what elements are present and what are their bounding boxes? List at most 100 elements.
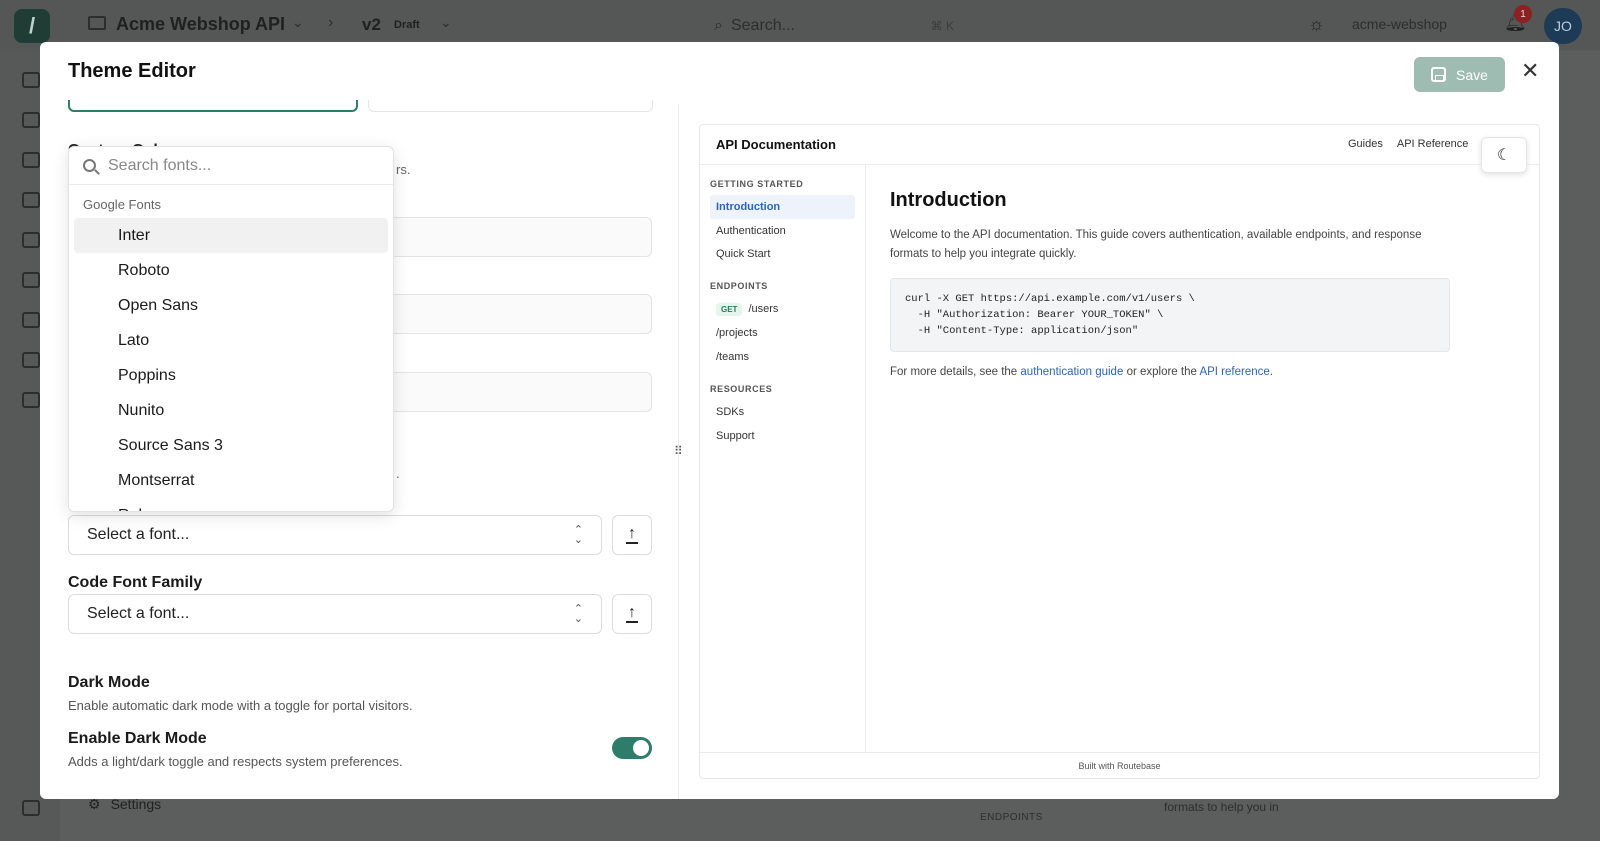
shield-icon[interactable] bbox=[22, 312, 40, 328]
code-font-label: Code Font Family bbox=[68, 574, 203, 591]
color-input[interactable] bbox=[370, 294, 652, 334]
preview-section-title: RESOURCES bbox=[710, 384, 773, 394]
avatar[interactable]: JO bbox=[1544, 8, 1582, 44]
portal-preview: API Documentation Guides API Reference C… bbox=[699, 124, 1540, 779]
preview-nav-api-reference[interactable]: API Reference bbox=[1397, 138, 1469, 150]
font-option-poppins[interactable]: Poppins bbox=[74, 358, 388, 393]
preview-nav-guides[interactable]: Guides bbox=[1348, 138, 1383, 150]
font-option-nunito[interactable]: Nunito bbox=[74, 393, 388, 428]
org-switcher[interactable]: acme-webshop bbox=[1352, 16, 1447, 32]
text: . bbox=[1269, 366, 1273, 378]
font-option-source-sans-3[interactable]: Source Sans 3 bbox=[74, 428, 388, 463]
font-dropdown: Google Fonts Inter Roboto Open Sans Lato… bbox=[68, 146, 394, 512]
file-icon[interactable] bbox=[22, 152, 40, 168]
dashboard-icon[interactable] bbox=[22, 72, 40, 88]
text-input[interactable] bbox=[368, 100, 653, 112]
search-icon: ⌕ bbox=[714, 17, 723, 34]
preview-link-support[interactable]: Support bbox=[710, 424, 855, 448]
preview-footer: Built with Routebase bbox=[700, 752, 1539, 778]
dark-mode-toggle[interactable] bbox=[612, 737, 652, 759]
font-group-label: Google Fonts bbox=[83, 197, 162, 212]
font-option-open-sans[interactable]: Open Sans bbox=[74, 288, 388, 323]
color-input[interactable] bbox=[370, 217, 652, 257]
preview-brand[interactable]: API Documentation bbox=[716, 137, 836, 152]
chevron-up-down-icon: ⌃ ⌄ bbox=[573, 524, 583, 546]
preview-header: API Documentation Guides API Reference C… bbox=[700, 125, 1539, 165]
typography-desc: . bbox=[396, 466, 400, 481]
upload-font-button[interactable]: ↑ bbox=[612, 515, 652, 555]
version-label[interactable]: v2 bbox=[362, 15, 381, 35]
database-icon[interactable] bbox=[22, 272, 40, 288]
search-shortcut: ⌘ K bbox=[930, 19, 954, 33]
modal-title: Theme Editor bbox=[68, 60, 196, 82]
font-option-montserrat[interactable]: Montserrat bbox=[74, 463, 388, 498]
notification-count: 1 bbox=[1514, 5, 1532, 23]
dark-mode-desc: Enable automatic dark mode with a toggle… bbox=[68, 698, 413, 713]
text: For more details, see the bbox=[890, 366, 1018, 378]
chevron-down-icon[interactable]: ⌄ bbox=[292, 14, 304, 31]
server-icon[interactable] bbox=[22, 192, 40, 208]
preview-section-title: GETTING STARTED bbox=[710, 179, 804, 189]
font-option-roboto[interactable]: Roboto bbox=[74, 253, 388, 288]
preview-link-authentication[interactable]: Authentication bbox=[710, 219, 855, 243]
preview-link-projects[interactable]: /projects bbox=[710, 321, 855, 345]
code-font-select[interactable]: Select a font... ⌃ ⌄ bbox=[68, 594, 602, 634]
font-option-inter[interactable]: Inter bbox=[74, 218, 388, 253]
color-input[interactable] bbox=[370, 372, 652, 412]
preview-link-quick-start[interactable]: Quick Start bbox=[710, 242, 855, 266]
text: or explore the bbox=[1126, 366, 1197, 378]
activity-icon[interactable] bbox=[22, 352, 40, 368]
book-icon[interactable] bbox=[22, 392, 40, 408]
save-button[interactable]: Save bbox=[1414, 57, 1505, 92]
api-reference-link[interactable]: API reference bbox=[1199, 366, 1269, 378]
theme-editor-modal: Theme Editor Save ✕ ⠿ Custom Colors rs. … bbox=[40, 42, 1559, 799]
sun-icon[interactable]: ☼ bbox=[1308, 14, 1325, 35]
preview-heading: Introduction bbox=[890, 189, 1007, 211]
upload-icon: ↑ bbox=[626, 604, 638, 623]
preview-link-users[interactable]: GET /users bbox=[710, 297, 855, 321]
section-desc-colors: rs. bbox=[396, 162, 411, 177]
project-name[interactable]: Acme Webshop API bbox=[116, 14, 285, 35]
folder-icon[interactable] bbox=[22, 112, 40, 128]
folder-icon bbox=[88, 16, 106, 30]
focused-input[interactable] bbox=[68, 100, 358, 112]
flask-icon[interactable] bbox=[22, 232, 40, 248]
font-option-raleway[interactable]: Raleway bbox=[74, 498, 388, 512]
font-option-lato[interactable]: Lato bbox=[74, 323, 388, 358]
toggle-knob bbox=[633, 740, 649, 756]
select-placeholder: Select a font... bbox=[87, 605, 190, 622]
chevron-down-icon[interactable]: ⌄ bbox=[440, 14, 452, 31]
bg-text: formats to help you in bbox=[1164, 800, 1279, 814]
save-label: Save bbox=[1456, 66, 1488, 83]
resize-handle-icon[interactable]: ⠿ bbox=[674, 444, 683, 458]
bg-section-label: ENDPOINTS bbox=[980, 812, 1043, 823]
preview-sidebar: GETTING STARTED Introduction Authenticat… bbox=[700, 165, 866, 752]
chevron-up-down-icon: ⌃ ⌄ bbox=[573, 603, 583, 625]
enable-dark-mode-desc: Adds a light/dark toggle and respects sy… bbox=[68, 754, 403, 769]
code-block: curl -X GET https://api.example.com/v1/u… bbox=[890, 278, 1450, 352]
enable-dark-mode-label: Enable Dark Mode bbox=[68, 730, 207, 747]
close-icon[interactable]: ✕ bbox=[1521, 58, 1539, 84]
endpoint-path: /users bbox=[748, 303, 779, 315]
preview-section-title: ENDPOINTS bbox=[710, 281, 768, 291]
body-font-select[interactable]: Select a font... ⌃ ⌄ bbox=[68, 515, 602, 555]
preview-link-sdks[interactable]: SDKs bbox=[710, 400, 855, 424]
preview-link-teams[interactable]: /teams bbox=[710, 345, 855, 369]
preview-content: Introduction Welcome to the API document… bbox=[890, 189, 1450, 378]
global-search[interactable]: ⌕ Search... ⌘ K bbox=[714, 12, 954, 40]
authentication-guide-link[interactable]: authentication guide bbox=[1020, 366, 1123, 378]
save-icon bbox=[1431, 67, 1447, 82]
method-badge: GET bbox=[716, 302, 743, 316]
moon-icon[interactable]: ☾ bbox=[1481, 137, 1527, 173]
select-placeholder: Select a font... bbox=[87, 526, 190, 543]
font-search-input[interactable] bbox=[106, 155, 366, 176]
font-search bbox=[69, 147, 393, 185]
upload-code-font-button[interactable]: ↑ bbox=[612, 594, 652, 634]
app-logo[interactable]: / bbox=[14, 9, 50, 43]
gear-icon[interactable] bbox=[22, 800, 40, 816]
upload-icon: ↑ bbox=[626, 525, 638, 544]
status-badge: Draft bbox=[394, 19, 420, 31]
chevron-right-icon: › bbox=[328, 14, 334, 31]
preview-link-introduction[interactable]: Introduction bbox=[710, 195, 855, 219]
preview-intro: Welcome to the API documentation. This g… bbox=[890, 229, 1422, 260]
